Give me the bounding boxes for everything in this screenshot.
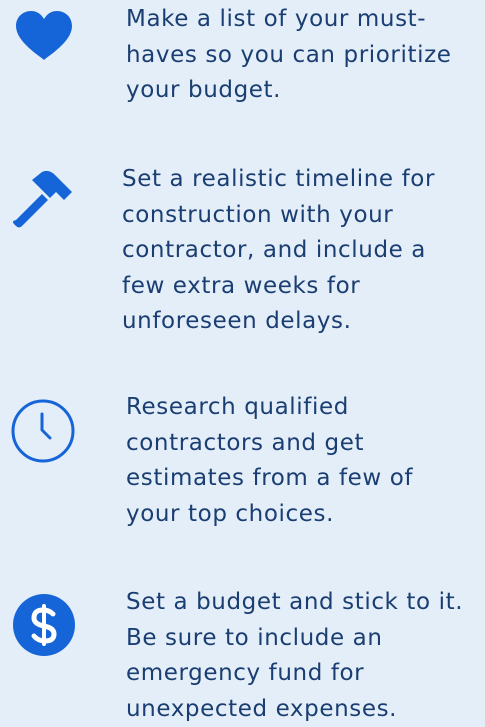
tips-list: Make a list of your must-haves so you ca… (0, 0, 485, 724)
tip-text: Set a budget and stick to it. Be sure to… (126, 589, 464, 722)
tip-text: Research qualified contractors and get e… (126, 394, 414, 527)
heart-icon (16, 11, 72, 60)
clock-icon (11, 399, 75, 463)
tip-text: Make a list of your must-haves so you ca… (126, 6, 452, 103)
tip-text: Set a realistic timeline for constructio… (122, 166, 436, 334)
hammer-icon (12, 170, 72, 228)
dollar-icon (13, 594, 75, 656)
